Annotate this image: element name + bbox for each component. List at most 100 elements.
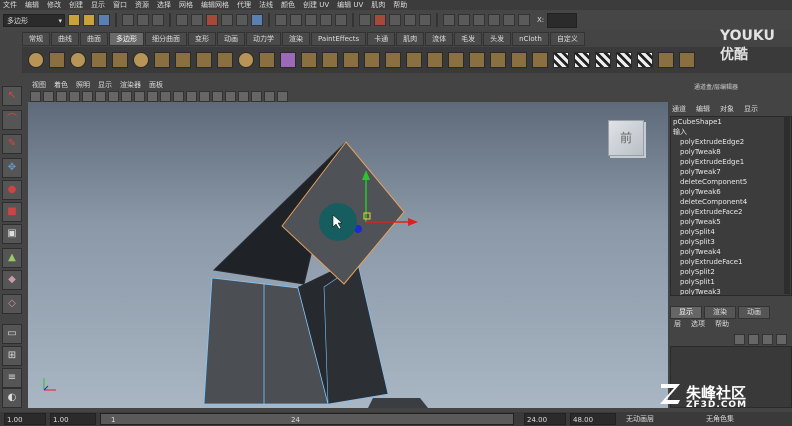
shadows-icon[interactable]: [238, 90, 249, 102]
combine-icon[interactable]: [301, 52, 317, 68]
camera-attributes-icon[interactable]: [43, 90, 54, 102]
textured-icon[interactable]: [212, 90, 223, 102]
extract-icon[interactable]: [343, 52, 359, 68]
layer-menu-item[interactable]: 选项: [691, 319, 705, 329]
shelf-tab[interactable]: 动力学: [246, 32, 281, 46]
history-node[interactable]: polySplit4: [671, 227, 791, 237]
smooth-shade-icon[interactable]: [186, 90, 197, 102]
shelf-tab[interactable]: PaintEffects: [311, 32, 367, 46]
history-node[interactable]: polySplit3: [671, 237, 791, 247]
history-node[interactable]: polyExtrudeFace1: [671, 257, 791, 267]
mirror-icon[interactable]: [364, 52, 380, 68]
checker-uv-icon[interactable]: [616, 52, 632, 68]
rotate-tool-icon[interactable]: ●: [2, 180, 22, 200]
mask-icon[interactable]: [176, 14, 188, 26]
xray-icon[interactable]: [264, 90, 275, 102]
bevel-icon[interactable]: [406, 52, 422, 68]
channel-box-scrollbar[interactable]: [784, 116, 790, 294]
shelf-tab[interactable]: nCloth: [512, 32, 549, 46]
poke-icon[interactable]: [532, 52, 548, 68]
history-node[interactable]: polyTweak6: [671, 187, 791, 197]
menu-item[interactable]: 编辑网格: [201, 0, 229, 10]
select-object-icon[interactable]: [137, 14, 149, 26]
layer-tab[interactable]: 渲染: [704, 306, 736, 319]
menu-item[interactable]: 编辑: [25, 0, 39, 10]
toggle-layout-icon[interactable]: ◐: [2, 388, 22, 408]
ipr-render-icon[interactable]: [404, 14, 416, 26]
input-mode-icon[interactable]: [488, 14, 500, 26]
range-end-field[interactable]: 24.00: [524, 413, 566, 425]
move-tool-icon[interactable]: ✥: [2, 158, 22, 178]
history-node[interactable]: polySplit1: [671, 277, 791, 287]
checker-uv-icon[interactable]: [595, 52, 611, 68]
outliner-layout-icon[interactable]: ≡: [2, 368, 22, 388]
resolution-gate-icon[interactable]: [108, 90, 119, 102]
anim-layer-select[interactable]: 无动画层: [624, 413, 680, 425]
history-node[interactable]: polyTweak5: [671, 217, 791, 227]
poly-plane-icon[interactable]: [112, 52, 128, 68]
shelf-tab[interactable]: 渲染: [282, 32, 310, 46]
shelf-tab[interactable]: 流体: [425, 32, 454, 46]
snap-curve-icon[interactable]: [290, 14, 302, 26]
checker-uv-icon[interactable]: [637, 52, 653, 68]
shape-name[interactable]: pCubeShape1: [671, 117, 791, 127]
select-component-icon[interactable]: [152, 14, 164, 26]
history-node[interactable]: deleteComponent4: [671, 197, 791, 207]
channel-box-menu-item[interactable]: 对象: [720, 104, 734, 114]
insert-edge-loop-icon[interactable]: [511, 52, 527, 68]
input-mode-icon[interactable]: [503, 14, 515, 26]
shelf-tab[interactable]: 动画: [217, 32, 245, 46]
camera-icon[interactable]: [30, 90, 41, 102]
menu-item[interactable]: 帮助: [393, 0, 407, 10]
image-plane-icon[interactable]: [69, 90, 80, 102]
extrude-tool-icon[interactable]: ◇: [2, 294, 22, 314]
history-node[interactable]: polyTweak7: [671, 167, 791, 177]
create-polygon-icon[interactable]: [280, 52, 296, 68]
live-icon[interactable]: [335, 14, 347, 26]
layer-tab[interactable]: 动画: [738, 306, 770, 319]
safe-action-icon[interactable]: [147, 90, 158, 102]
scale-tool-icon[interactable]: ■: [2, 202, 22, 222]
channel-box-menu-item[interactable]: 通道: [672, 104, 686, 114]
shelf-tab[interactable]: 曲线: [51, 32, 79, 46]
render-icon[interactable]: [389, 14, 401, 26]
history-icon[interactable]: [359, 14, 371, 26]
viewport-menu-item[interactable]: 面板: [149, 80, 163, 90]
open-scene-icon[interactable]: [83, 14, 95, 26]
lighting-icon[interactable]: [225, 90, 236, 102]
menu-set-select[interactable]: 多边形: [3, 13, 65, 28]
wireframe-on-shaded-icon[interactable]: [199, 90, 210, 102]
layer-down-icon[interactable]: [776, 334, 787, 345]
poly-cube-icon[interactable]: [49, 52, 65, 68]
uv-editor-icon[interactable]: [658, 52, 674, 68]
snap-plane-icon[interactable]: [320, 14, 332, 26]
select-hierarchy-icon[interactable]: [122, 14, 134, 26]
history-node[interactable]: deleteComponent5: [671, 177, 791, 187]
viewport-menu-item[interactable]: 照明: [76, 80, 90, 90]
poly-pyramid-icon[interactable]: [175, 52, 191, 68]
start-time-field[interactable]: 1.00: [4, 413, 46, 425]
split-icon[interactable]: [490, 52, 506, 68]
input-mode-icon[interactable]: [473, 14, 485, 26]
x-field[interactable]: [547, 12, 578, 28]
render-settings-icon[interactable]: [419, 14, 431, 26]
menu-item[interactable]: 文件: [3, 0, 17, 10]
menu-item[interactable]: 显示: [91, 0, 105, 10]
menu-item[interactable]: 编辑 UV: [337, 0, 363, 10]
isolate-icon[interactable]: [251, 90, 262, 102]
mask-icon[interactable]: [251, 14, 263, 26]
poly-pipe-icon[interactable]: [196, 52, 212, 68]
view-cube[interactable]: 前: [608, 120, 644, 156]
x-axis-arrow-icon[interactable]: [408, 218, 418, 226]
range-max-field[interactable]: 48.00: [570, 413, 616, 425]
checker-uv-icon[interactable]: [553, 52, 569, 68]
viewport-menu-item[interactable]: 显示: [98, 80, 112, 90]
construction-history-icon[interactable]: [374, 14, 386, 26]
viewport-menu-item[interactable]: 着色: [54, 80, 68, 90]
shelf-tab[interactable]: 头发: [483, 32, 512, 46]
shelf-tab[interactable]: 多边形: [109, 32, 144, 46]
input-mode-icon[interactable]: [518, 14, 530, 26]
poly-cone-icon[interactable]: [91, 52, 107, 68]
menu-item[interactable]: 肌肉: [371, 0, 385, 10]
viewport-menu-item[interactable]: 视图: [32, 80, 46, 90]
